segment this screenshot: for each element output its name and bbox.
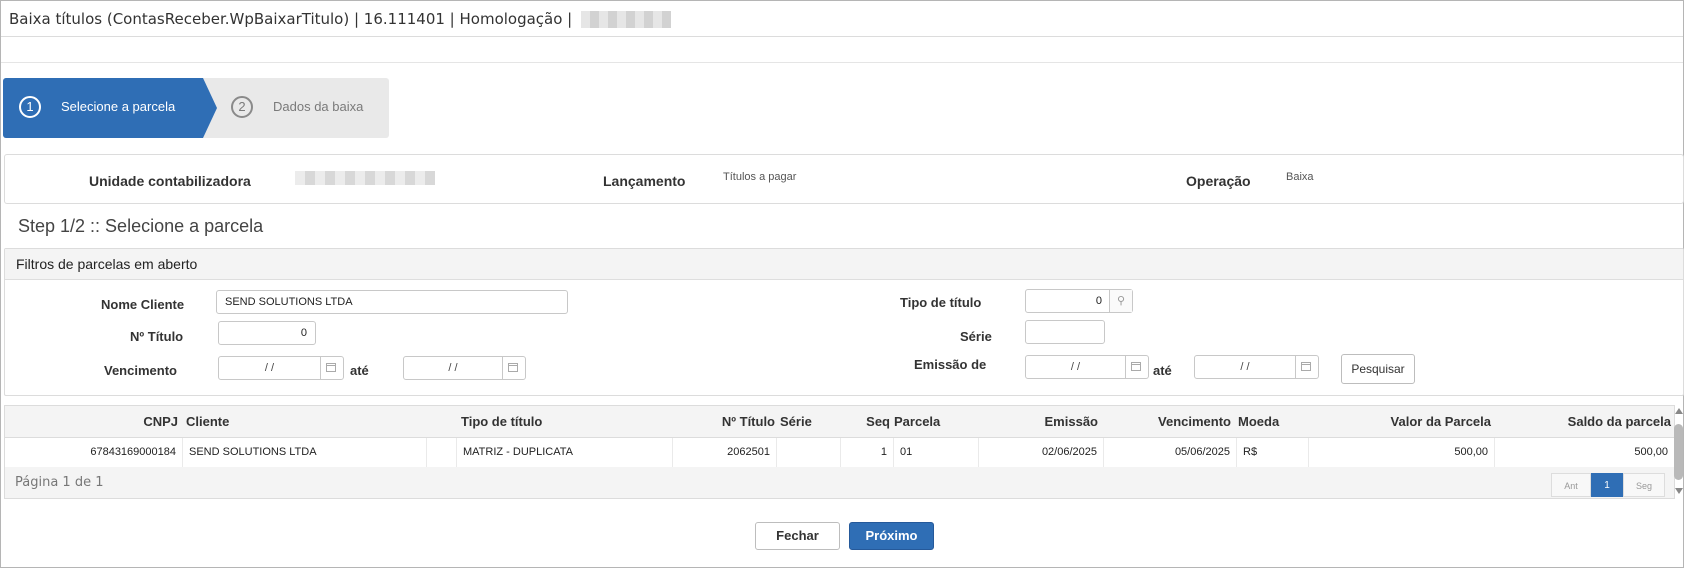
step-label-2: Dados da baixa xyxy=(273,99,364,114)
search-button[interactable]: Pesquisar xyxy=(1341,354,1415,384)
cell-tipo-titulo: MATRIZ - DUPLICATA xyxy=(457,438,673,467)
calendar-icon[interactable] xyxy=(320,357,343,379)
col-header-cliente[interactable]: Cliente xyxy=(186,414,229,429)
context-info-panel: Unidade contabilizadora Lançamento Títul… xyxy=(4,154,1684,204)
col-header-serie[interactable]: Série xyxy=(780,414,812,429)
emissao-de-label: Emissão de xyxy=(914,357,987,372)
cell-serie xyxy=(777,438,841,467)
pagination-next[interactable]: Seg xyxy=(1623,473,1665,497)
vencimento-label: Vencimento xyxy=(104,363,177,378)
cell-moeda: R$ xyxy=(1237,438,1309,467)
nome-cliente-label: Nome Cliente xyxy=(101,297,185,312)
table-footer: Página 1 de 1 Ant 1 Seg xyxy=(5,467,1674,498)
emissao-ate-input[interactable]: / / xyxy=(1194,355,1319,379)
redacted-user-info xyxy=(581,11,672,28)
scroll-down-icon[interactable] xyxy=(1675,488,1683,494)
table-row[interactable]: 67843169000184 SEND SOLUTIONS LTDA MATRI… xyxy=(5,438,1674,468)
cell-vencimento: 05/06/2025 xyxy=(1104,438,1237,467)
search-icon[interactable]: ⚲ xyxy=(1109,290,1132,312)
vencimento-de-input[interactable]: / / xyxy=(218,356,344,380)
col-header-no-titulo[interactable]: Nº Título xyxy=(695,414,775,429)
vencimento-ate-input[interactable]: / / xyxy=(403,356,526,380)
vencimento-ate-value: / / xyxy=(448,362,458,374)
nome-cliente-input[interactable]: SEND SOLUTIONS LTDA xyxy=(216,290,568,314)
next-button[interactable]: Próximo xyxy=(849,522,934,550)
serie-input[interactable] xyxy=(1025,320,1105,344)
calendar-icon[interactable] xyxy=(1295,356,1318,378)
no-titulo-label: Nº Título xyxy=(130,329,184,344)
ate-label: até xyxy=(350,363,369,378)
col-header-vencimento[interactable]: Vencimento xyxy=(1115,414,1231,429)
page-info: Página 1 de 1 xyxy=(15,475,104,490)
redacted-unidade-value xyxy=(295,171,435,185)
filters-header: Filtros de parcelas em aberto xyxy=(5,249,1683,280)
results-table: CNPJ Cliente Tipo de título Nº Título Sé… xyxy=(4,405,1675,499)
calendar-icon[interactable] xyxy=(502,357,525,379)
table-header: CNPJ Cliente Tipo de título Nº Título Sé… xyxy=(5,406,1674,438)
cell-valor-parcela: 500,00 xyxy=(1309,438,1495,467)
lancamento-label: Lançamento xyxy=(603,173,686,189)
col-header-moeda[interactable]: Moeda xyxy=(1238,414,1279,429)
emissao-de-value: / / xyxy=(1070,361,1081,373)
tipo-titulo-value: 0 xyxy=(1095,295,1102,307)
cell-saldo-parcela: 500,00 xyxy=(1634,446,1668,458)
unidade-label: Unidade contabilizadora xyxy=(89,173,251,189)
window-title: Baixa títulos (ContasReceber.WpBaixarTit… xyxy=(9,10,573,28)
scrollbar-thumb[interactable] xyxy=(1674,424,1683,480)
col-header-valor-parcela[interactable]: Valor da Parcela xyxy=(1305,414,1491,429)
cell-emissao: 02/06/2025 xyxy=(979,438,1104,467)
cell-no-titulo: 2062501 xyxy=(673,438,777,467)
serie-label: Série xyxy=(960,329,992,344)
col-header-tipo-titulo[interactable]: Tipo de título xyxy=(461,414,542,429)
divider xyxy=(1,62,1683,63)
cell-cnpj: 67843169000184 xyxy=(5,438,183,467)
pagination-page-1[interactable]: 1 xyxy=(1591,473,1623,497)
scroll-up-icon[interactable] xyxy=(1675,408,1683,414)
col-header-seq[interactable]: Seq xyxy=(837,414,890,429)
col-header-saldo-parcela[interactable]: Saldo da parcela xyxy=(1495,414,1671,429)
cell-seq: 1 xyxy=(841,438,894,467)
step-number-1: 1 xyxy=(19,96,41,118)
lancamento-value: Títulos a pagar xyxy=(723,171,797,183)
col-header-parcela[interactable]: Parcela xyxy=(894,414,940,429)
window-title-bar: Baixa títulos (ContasReceber.WpBaixarTit… xyxy=(1,1,1683,37)
close-button[interactable]: Fechar xyxy=(755,522,840,550)
no-titulo-input[interactable]: 0 xyxy=(218,321,316,345)
pagination-prev[interactable]: Ant xyxy=(1551,473,1591,497)
calendar-icon[interactable] xyxy=(1125,356,1148,378)
page-title: Step 1/2 :: Selecione a parcela xyxy=(18,216,264,236)
col-header-emissao[interactable]: Emissão xyxy=(1005,414,1098,429)
cell-spacer xyxy=(427,438,457,467)
emissao-ate-value: / / xyxy=(1240,361,1250,373)
ate-label: até xyxy=(1153,363,1172,378)
operacao-value: Baixa xyxy=(1286,171,1314,183)
step-number-2: 2 xyxy=(231,96,253,118)
cell-parcela: 01 xyxy=(894,438,979,467)
operacao-label: Operação xyxy=(1186,173,1251,189)
tipo-titulo-input[interactable]: 0 ⚲ xyxy=(1025,289,1133,313)
wizard-steps: 1 Selecione a parcela 2 Dados da baixa xyxy=(3,78,389,138)
vertical-scrollbar[interactable] xyxy=(1673,405,1684,497)
cell-cliente: SEND SOLUTIONS LTDA xyxy=(183,438,427,467)
emissao-de-input[interactable]: / / xyxy=(1025,355,1149,379)
tipo-titulo-label: Tipo de título xyxy=(900,295,982,310)
vencimento-de-value: / / xyxy=(264,362,275,374)
col-header-cnpj[interactable]: CNPJ xyxy=(118,414,178,429)
step-label-1: Selecione a parcela xyxy=(61,99,176,114)
wizard-step-1[interactable]: 1 Selecione a parcela xyxy=(3,78,217,138)
